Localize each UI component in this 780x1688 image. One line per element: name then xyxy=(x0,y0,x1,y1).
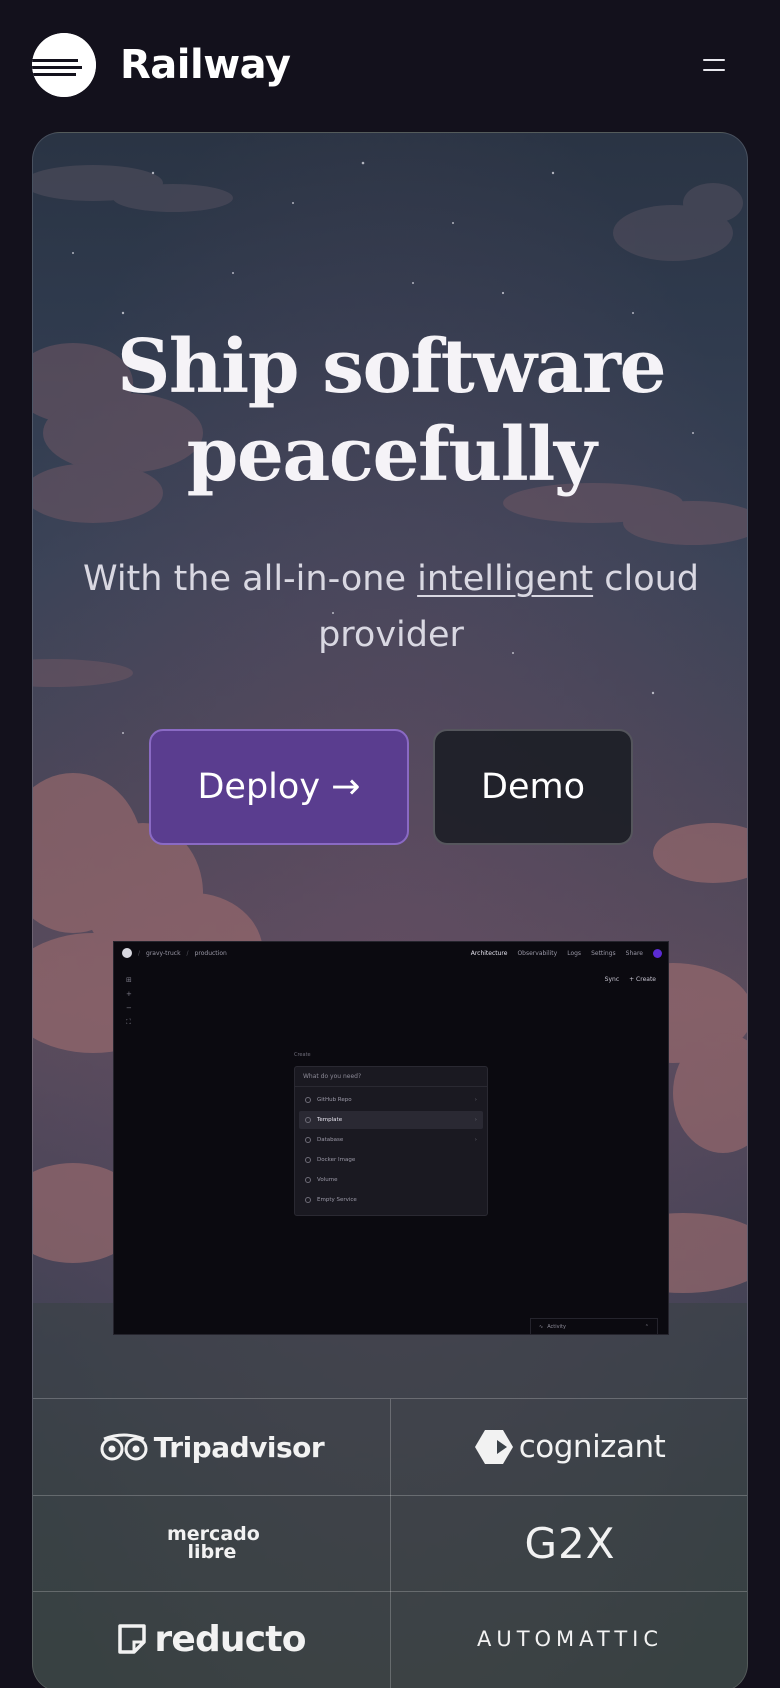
intelligent-link[interactable]: intelligent xyxy=(417,559,593,599)
preview-share: Share xyxy=(625,949,643,957)
reducto-mark-icon xyxy=(118,1624,147,1654)
chevron-up-icon: ⌃ xyxy=(644,1323,649,1330)
cognizant-mark-icon xyxy=(474,1430,513,1464)
brand-link[interactable]: Railway xyxy=(32,33,291,97)
preview-topbar: / gravy-truck / production Architecture … xyxy=(114,942,668,964)
brand-name: Railway xyxy=(120,42,291,88)
dashboard-preview: / gravy-truck / production Architecture … xyxy=(113,941,669,1335)
hamburger-menu-icon xyxy=(703,59,725,61)
database-icon xyxy=(305,1137,311,1143)
preview-tab-observability: Observability xyxy=(517,949,558,957)
preview-item-docker-image: Docker Image xyxy=(299,1151,483,1169)
railway-logo-icon xyxy=(32,33,96,97)
github-icon xyxy=(305,1097,311,1103)
grid-icon: ⊞ xyxy=(126,976,132,984)
preview-item-github-repo: GitHub Repo › xyxy=(299,1091,483,1109)
preview-user-dot xyxy=(653,948,662,958)
preview-canvas-tools: ⊞ + − ⛶ xyxy=(126,976,134,1027)
customer-logos: Tripadvisor cognizant mercado libre G2X … xyxy=(33,1398,747,1688)
volume-icon xyxy=(305,1177,311,1183)
preview-create: + Create xyxy=(629,976,656,983)
deploy-button[interactable]: Deploy → xyxy=(149,729,409,845)
preview-tab-settings: Settings xyxy=(591,949,616,957)
activity-icon: ∿ xyxy=(539,1323,544,1330)
preview-item-database: Database › xyxy=(299,1131,483,1149)
mercado-libre-logo: mercado libre xyxy=(167,1523,260,1563)
hero-title: Ship software peacefully xyxy=(33,323,747,499)
top-bar: Railway xyxy=(0,0,780,130)
preview-item-volume: Volume xyxy=(299,1171,483,1189)
zoom-out-icon: − xyxy=(126,1004,132,1012)
hero-subtitle: With the all-in-one intelligent cloud pr… xyxy=(82,559,700,655)
preview-sync: Sync xyxy=(604,976,620,983)
preview-environment: production xyxy=(194,949,227,957)
hero-card: Ship software peacefully With the all-in… xyxy=(32,132,748,1688)
g2x-logo: G2X xyxy=(524,1518,616,1568)
fit-icon: ⛶ xyxy=(126,1018,131,1026)
cognizant-logo: cognizant xyxy=(391,1399,747,1495)
preview-create-label: Create xyxy=(294,1052,311,1058)
template-icon xyxy=(305,1117,311,1123)
empty-service-icon xyxy=(305,1197,311,1203)
preview-item-empty-service: Empty Service xyxy=(299,1191,483,1209)
preview-create-panel: What do you need? GitHub Repo › Template ›… xyxy=(294,1066,488,1216)
preview-avatar xyxy=(122,948,132,958)
zoom-in-icon: + xyxy=(126,990,132,998)
hero-title-line1: Ship software xyxy=(116,324,667,410)
demo-button[interactable]: Demo xyxy=(433,729,633,845)
automattic-logo: AUTOMATTIC xyxy=(476,1627,664,1651)
preview-activity-bar: ∿ Activity ⌃ xyxy=(530,1318,658,1334)
preview-item-template: Template › xyxy=(299,1111,483,1129)
preview-project: gravy-truck xyxy=(146,949,181,957)
chevron-right-icon: › xyxy=(474,1117,477,1123)
preview-tab-architecture: Architecture xyxy=(470,949,508,957)
hero-title-line2: peacefully xyxy=(186,412,597,498)
chevron-right-icon: › xyxy=(474,1137,477,1143)
preview-tab-logs: Logs xyxy=(567,949,582,957)
menu-button[interactable] xyxy=(686,37,742,93)
preview-search: What do you need? xyxy=(295,1067,487,1087)
tripadvisor-owl-icon xyxy=(100,1433,148,1461)
preview-nav: Architecture Observability Logs Settings… xyxy=(470,948,662,958)
preview-actions: Sync + Create xyxy=(605,976,656,983)
preview-create-list: GitHub Repo › Template › Database › Docker … xyxy=(295,1087,487,1215)
docker-icon xyxy=(305,1157,311,1163)
reducto-logo: reducto xyxy=(33,1591,391,1687)
chevron-right-icon: › xyxy=(474,1097,477,1103)
tripadvisor-logo: Tripadvisor xyxy=(33,1399,391,1495)
